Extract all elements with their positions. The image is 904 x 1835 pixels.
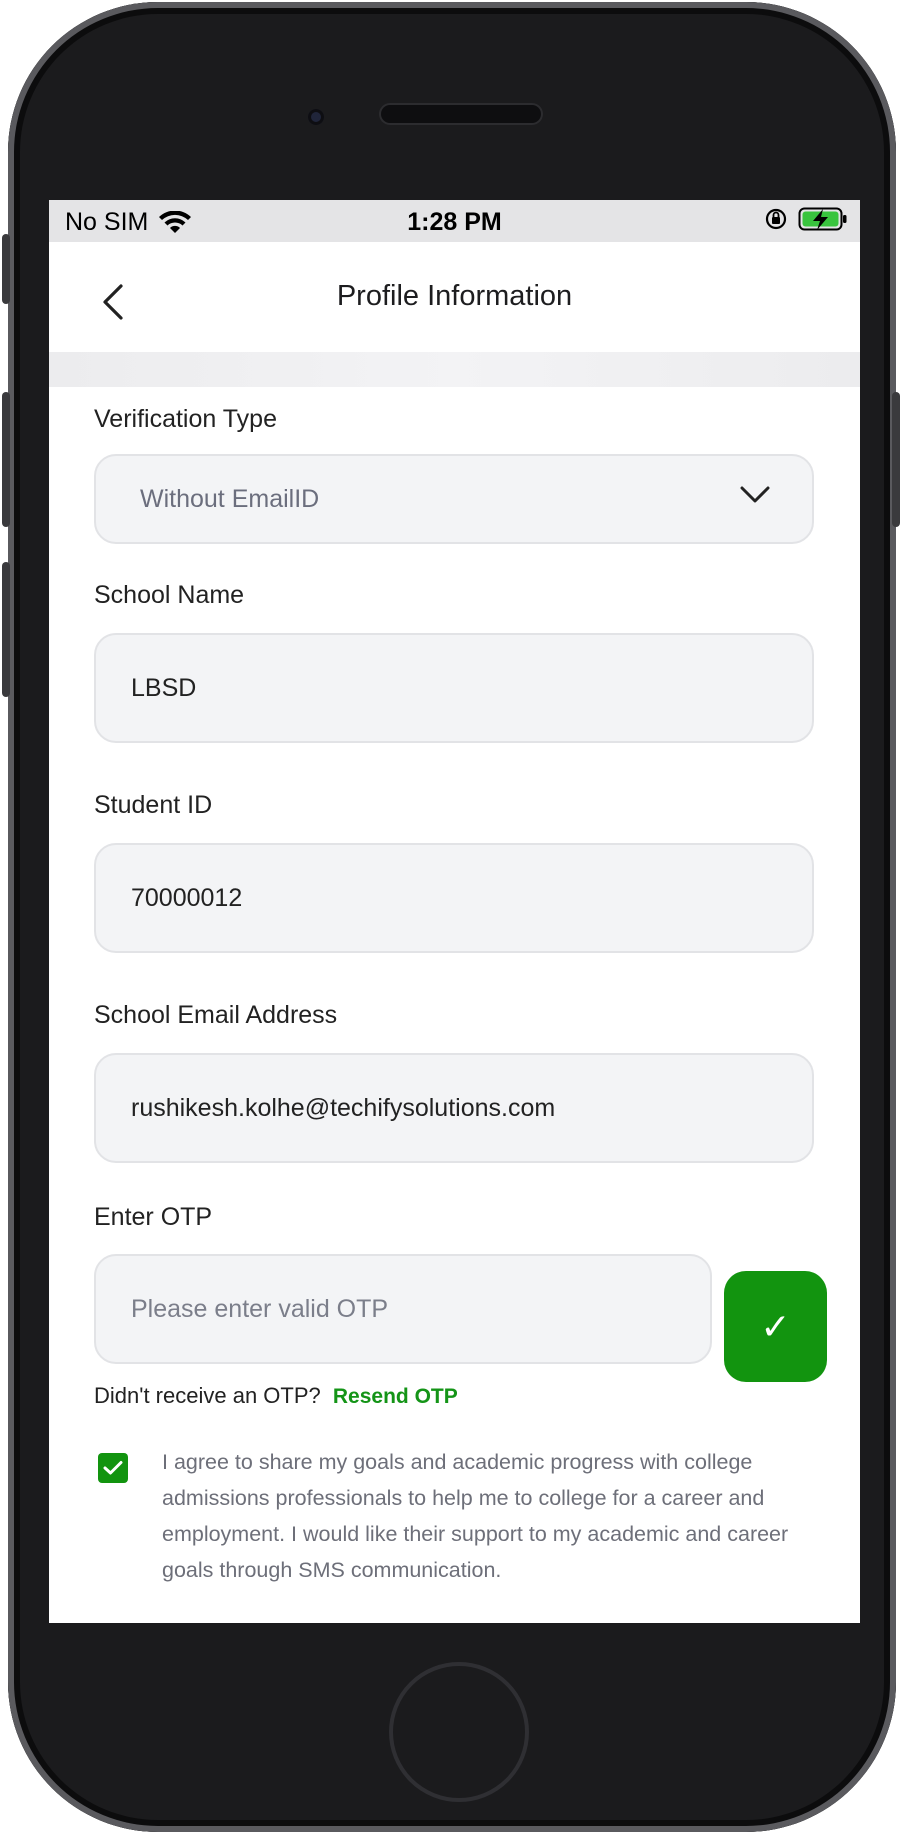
verification-type-select[interactable]: Without EmailID [94,454,814,544]
consent-text: I agree to share my goals and academic p… [162,1450,789,1582]
otp-placeholder: Please enter valid OTP [131,1294,389,1323]
nav-divider [49,352,860,387]
consent-checkbox[interactable] [98,1453,128,1483]
battery-charging-icon [798,207,847,231]
app-screen: No SIM 1:28 PM Profile Information Verif… [49,200,860,1623]
verification-type-label: Verification Type [94,405,277,433]
volume-down-button [2,562,10,697]
otp-input[interactable]: Please enter valid OTP [94,1254,712,1364]
status-bar: No SIM 1:28 PM [49,200,860,242]
verify-otp-button[interactable]: ✓ [724,1271,827,1382]
verification-type-value: Without EmailID [140,484,320,513]
status-right [764,206,848,232]
resend-prompt: Didn't receive an OTP? [94,1383,321,1408]
school-name-field[interactable]: LBSD [94,633,814,743]
page-title: Profile Information [336,280,573,312]
chevron-down-icon [740,486,770,503]
front-camera [308,109,324,125]
status-time: 1:28 PM [407,208,502,236]
mute-switch [2,234,10,304]
orientation-lock-icon [765,208,787,230]
earpiece-speaker [381,105,541,123]
school-name-label: School Name [94,581,245,609]
volume-up-button [2,392,10,527]
student-id-label: Student ID [94,791,213,819]
school-name-value: LBSD [131,673,197,702]
school-email-value: rushikesh.kolhe@techifysolutions.com [131,1093,556,1122]
resend-otp-link[interactable]: Resend OTP [333,1385,458,1408]
school-email-field[interactable]: rushikesh.kolhe@techifysolutions.com [94,1053,814,1163]
checkmark-icon [103,1461,123,1475]
power-button [892,392,900,527]
student-id-value: 70000012 [131,883,243,912]
school-email-label: School Email Address [94,1001,338,1029]
check-icon: ✓ [760,1305,791,1347]
student-id-field[interactable]: 70000012 [94,843,814,953]
navigation-bar: Profile Information [49,242,860,352]
resend-row: Didn't receive an OTP? Resend OTP [94,1383,458,1409]
home-button[interactable] [389,1662,529,1802]
otp-label: Enter OTP [94,1203,213,1231]
